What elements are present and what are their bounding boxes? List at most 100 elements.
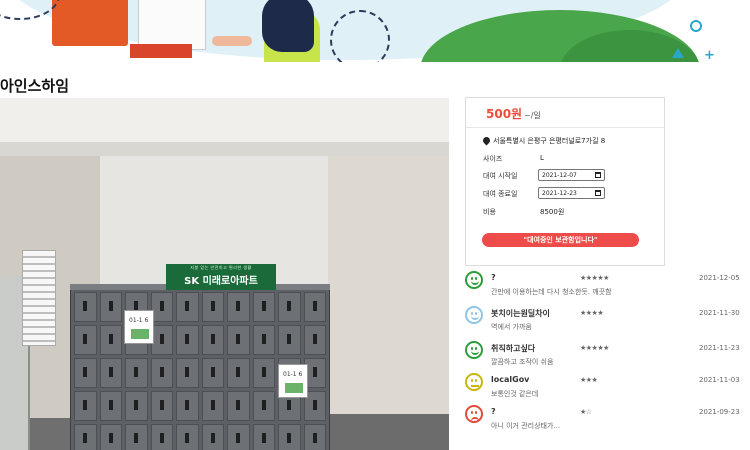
review-author: ?: [491, 273, 496, 282]
end-date-input[interactable]: 2021-12-23: [538, 187, 605, 199]
locker-door: [201, 424, 224, 450]
location-pin-icon: [483, 137, 490, 146]
happy-face-icon: [465, 341, 483, 359]
locker-door: [150, 424, 173, 450]
locker-door: [278, 292, 301, 322]
locker-door: [227, 358, 250, 388]
review-stars: ★★★★★: [580, 344, 609, 352]
marble-wainscot: [328, 414, 449, 450]
locker-door: [252, 358, 275, 388]
review-date: 2021-12-05: [699, 274, 740, 282]
review-date: 2021-11-23: [699, 344, 740, 352]
locker-door: [150, 391, 173, 421]
end-date-label: 대여 종료일: [483, 190, 518, 198]
locker-door: [74, 391, 97, 421]
locker-notice-graphic: [285, 383, 303, 393]
cost-label: 비용: [483, 208, 496, 216]
paper-illustration: [138, 0, 206, 50]
person-arm: [212, 36, 252, 46]
review-text: 간만에 이용하는데 다시 청소한듯. 깨끗함: [491, 288, 612, 296]
sad-face-icon: [465, 405, 483, 423]
locker-notice: 01-1 6: [278, 364, 308, 398]
locker-door: [303, 325, 326, 355]
locker-door: [303, 292, 326, 322]
locker-door: [278, 325, 301, 355]
locker-door: [99, 325, 122, 355]
price: 500원 ~/일: [486, 105, 541, 122]
locker-door: [74, 424, 97, 450]
locker-door: [176, 391, 199, 421]
review-item: 봇치이는원딜차이 ★★★★ 2021-11-30 역에서 가까움: [465, 306, 750, 338]
locker-notice-text: 01-1 6: [129, 317, 149, 324]
locker-photo: 01-1 6 01-1 6 SK 미래로아파트 지붕 있는 안전하고 편리한 생…: [0, 98, 449, 450]
calendar-icon[interactable]: [595, 172, 601, 178]
divider: [466, 127, 664, 128]
calendar-icon[interactable]: [595, 190, 601, 196]
locker-door: [201, 391, 224, 421]
review-date: 2021-11-30: [699, 309, 740, 317]
locker-door: [176, 358, 199, 388]
review-date: 2021-09-23: [699, 408, 740, 416]
review-author: ?: [491, 407, 496, 416]
locker-door: [303, 424, 326, 450]
apartment-sign-subtext: 지붕 있는 안전하고 편리한 생활: [190, 265, 252, 270]
right-wall: [328, 156, 449, 450]
review-author: 봇치이는원딜차이: [491, 309, 550, 318]
review-stars: ★☆: [580, 408, 592, 416]
person-hair: [262, 0, 314, 52]
locker-door: [176, 292, 199, 322]
locker-door: [74, 325, 97, 355]
price-unit: ~/일: [524, 111, 541, 120]
review-text: 아니 이거 관리상태가...: [491, 422, 561, 430]
locker-notice-text: 01-1 6: [283, 371, 303, 378]
mailbox-base: [130, 44, 192, 58]
banner-illustration: +: [0, 0, 750, 62]
locker-door: [150, 358, 173, 388]
size-label: 사이즈: [483, 155, 503, 163]
cost-value: 8500원: [540, 208, 565, 216]
locker-door: [74, 358, 97, 388]
review-date: 2021-11-03: [699, 376, 740, 384]
ceiling-beam: [0, 142, 449, 156]
page-title: 아인스하임: [0, 77, 70, 95]
dashed-path: [330, 10, 390, 62]
locker-door: [176, 325, 199, 355]
review-text: 보통인것 같은데: [491, 390, 539, 398]
end-date-value: 2021-12-23: [542, 189, 577, 197]
review-stars: ★★★★: [580, 309, 604, 317]
rental-info-card: 500원 ~/일 서울특별시 은평구 은평터널로7가길 8 사이즈 L 대여 시작…: [465, 97, 665, 266]
review-item: ? ★☆ 2021-09-23 아니 이거 관리상태가...: [465, 405, 750, 437]
locker-door: [99, 424, 122, 450]
locker-door: [99, 358, 122, 388]
address-row: 서울특별시 은평구 은평터널로7가길 8: [483, 136, 605, 146]
size-value: L: [540, 154, 544, 162]
locker-notice: 01-1 6: [124, 310, 154, 344]
review-text: 깔끔하고 조작이 쉬움: [491, 358, 554, 366]
locker-door: [227, 325, 250, 355]
locker-door: [201, 358, 224, 388]
mailbox-illustration: [52, 0, 128, 46]
start-date-value: 2021-12-07: [542, 171, 577, 179]
locker-door: [227, 391, 250, 421]
happy-face-icon: [465, 306, 483, 324]
locker-door: [125, 391, 148, 421]
triangle-decoration: [672, 48, 684, 58]
locker-door: [125, 358, 148, 388]
locker-door: [252, 424, 275, 450]
plus-decoration: +: [704, 48, 715, 62]
start-date-input[interactable]: 2021-12-07: [538, 169, 605, 181]
review-stars: ★★★: [580, 376, 598, 384]
locker-notice-graphic: [131, 329, 149, 339]
locker-door: [74, 292, 97, 322]
price-value: 500원: [486, 107, 523, 121]
review-list: ? ★★★★★ 2021-12-05 간만에 이용하는데 다시 청소한듯. 깨끗…: [465, 271, 750, 450]
review-text: 역에서 가까움: [491, 323, 532, 331]
start-date-label: 대여 시작일: [483, 172, 518, 180]
address: 서울특별시 은평구 은평터널로7가길 8: [493, 137, 606, 145]
review-item: ? ★★★★★ 2021-12-05 간만에 이용하는데 다시 청소한듯. 깨끗…: [465, 271, 750, 303]
review-item: localGov ★★★ 2021-11-03 보통인것 같은데: [465, 373, 750, 405]
rental-status-button[interactable]: "대여중인 보관함입니다": [482, 233, 639, 247]
circle-decoration: [690, 20, 702, 32]
review-author: 취직하고싶다: [491, 344, 536, 353]
locker-door: [252, 292, 275, 322]
